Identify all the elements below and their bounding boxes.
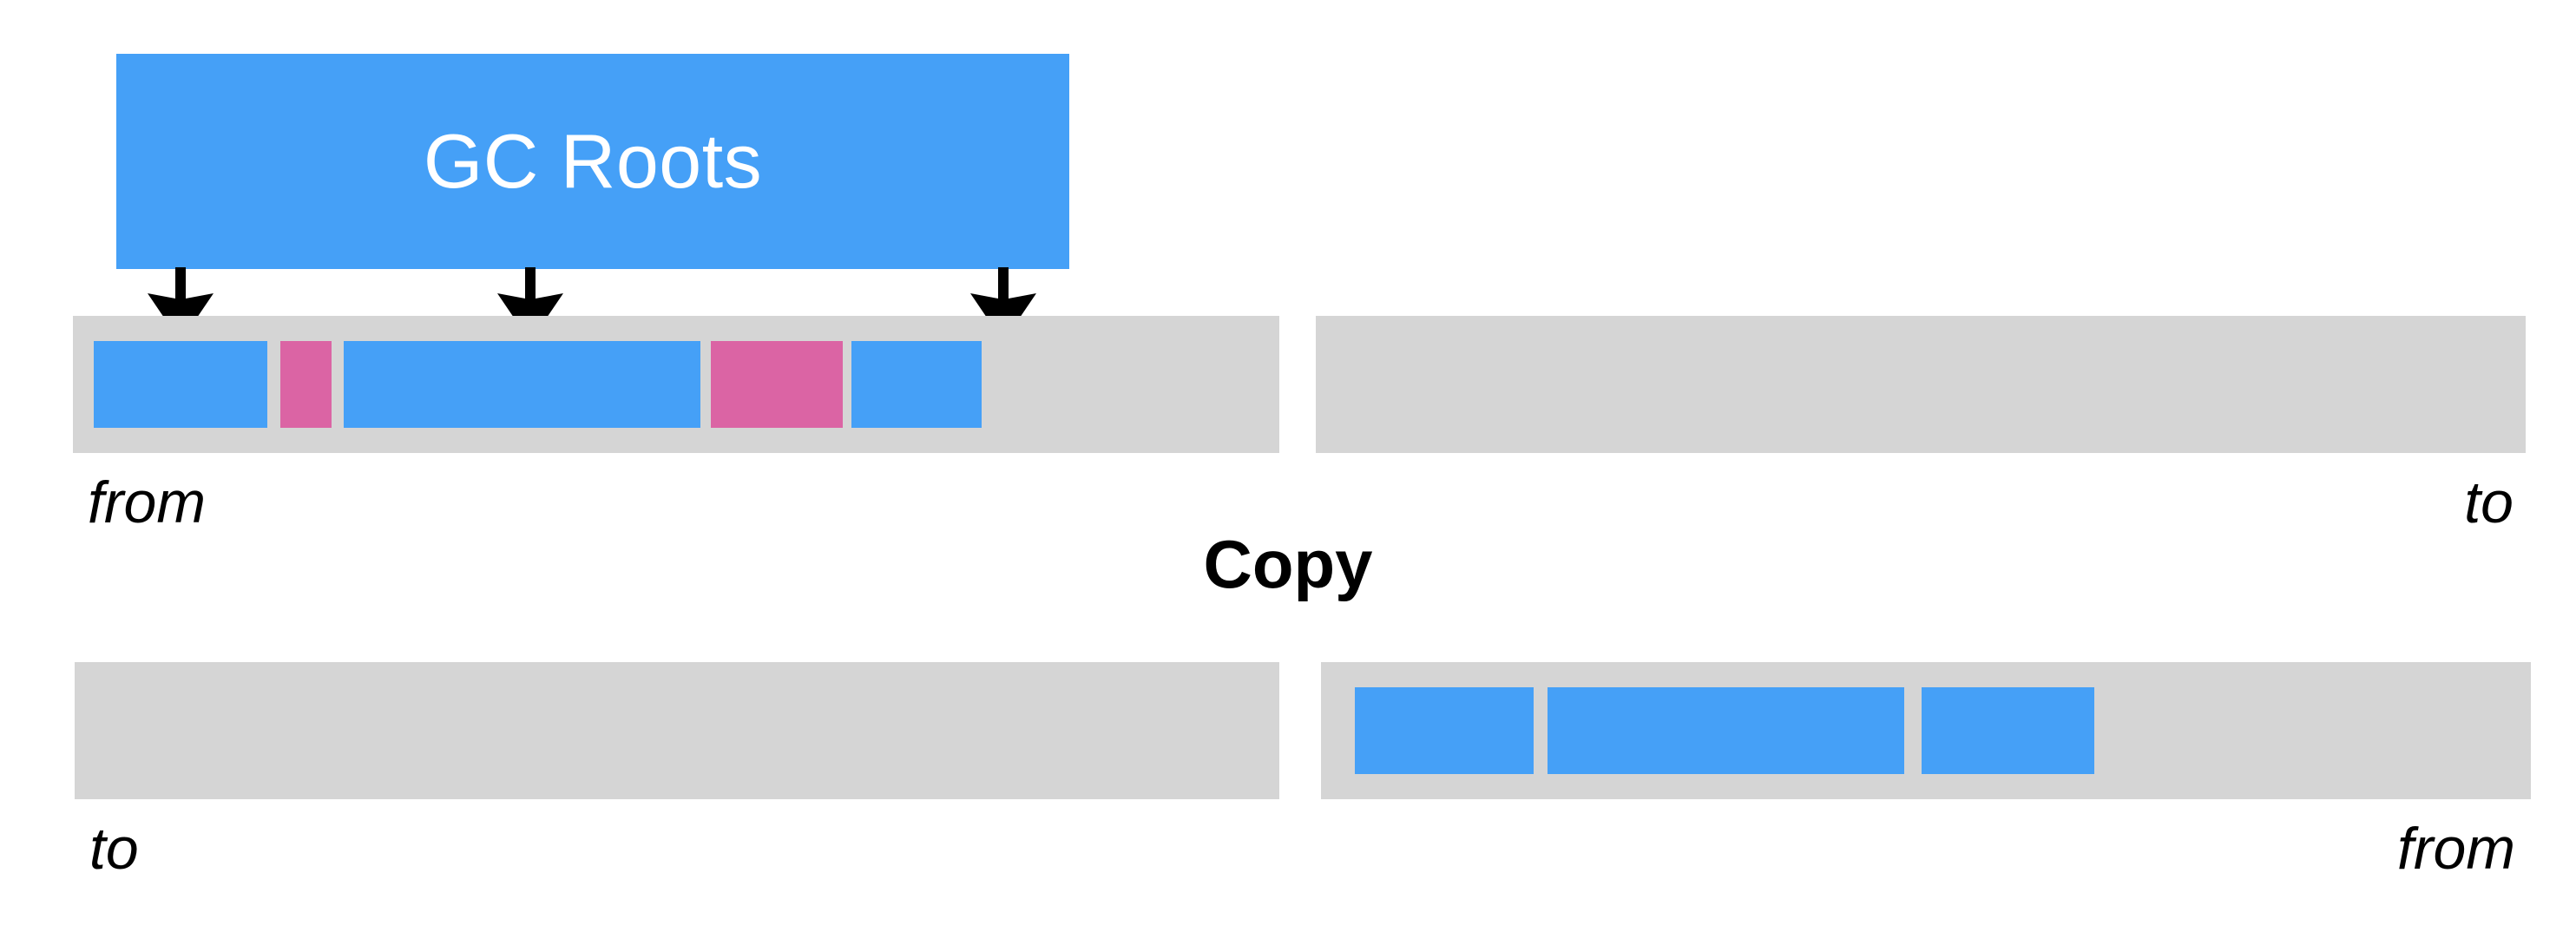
to-space-before	[1316, 316, 2526, 453]
gc-roots-label: GC Roots	[423, 118, 763, 204]
from-object-1	[94, 341, 267, 428]
step-caption: Copy	[1203, 526, 1373, 602]
from-object-3	[344, 341, 700, 428]
to-space-after-label: to	[89, 816, 139, 882]
from-object-4	[711, 341, 843, 428]
from-space-before-label: from	[88, 469, 206, 535]
from-object-2	[280, 341, 332, 428]
to-space-after	[75, 662, 1279, 799]
to-object-1	[1355, 687, 1534, 774]
to-space-before-label: to	[2464, 469, 2514, 535]
to-object-2	[1548, 687, 1904, 774]
from-space-after	[1321, 662, 2531, 799]
from-object-5	[851, 341, 982, 428]
to-object-3	[1922, 687, 2094, 774]
from-space-after-label: from	[2397, 816, 2515, 882]
gc-roots-box: GC Roots	[116, 54, 1069, 269]
from-space-before	[73, 316, 1279, 453]
diagram-canvas: GC Roots from to Copy to from	[0, 0, 2576, 932]
